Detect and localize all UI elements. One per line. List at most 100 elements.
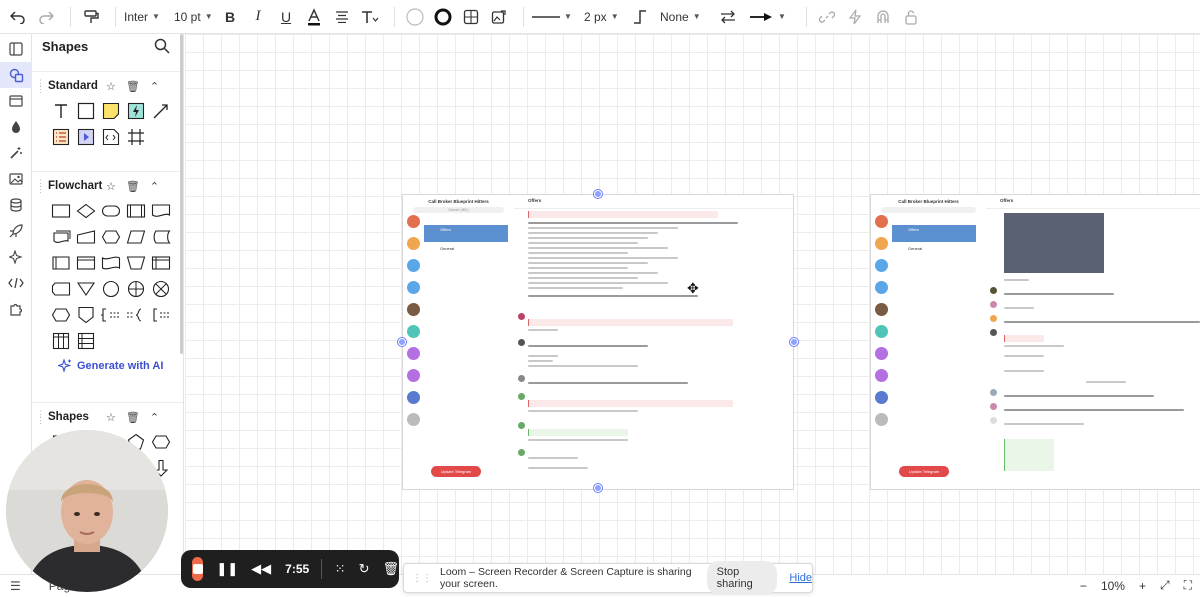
annotation-brace-shape[interactable] — [123, 304, 148, 326]
stored-data-shape[interactable] — [148, 226, 173, 248]
pasted-screenshot-left[interactable]: Call Broker Blueprint Hitters Search (⌘K… — [402, 194, 794, 490]
stop-sharing-button[interactable]: Stop sharing — [706, 561, 778, 595]
action-icon[interactable] — [843, 4, 867, 30]
manual-input-shape[interactable] — [73, 226, 98, 248]
database-icon[interactable] — [0, 192, 32, 218]
drag-handle-icon[interactable]: ⋮⋮ — [36, 410, 45, 425]
bold-icon[interactable]: B — [218, 4, 242, 30]
drag-handle-icon[interactable]: ⋮⋮ — [412, 573, 432, 584]
database-shape[interactable] — [48, 252, 73, 274]
text-shape[interactable] — [48, 100, 73, 122]
decision-shape[interactable] — [73, 200, 98, 222]
canvas[interactable]: Call Broker Blueprint Hitters Search (⌘K… — [185, 34, 1200, 574]
video-shape[interactable] — [73, 126, 98, 148]
pause-icon[interactable]: ❚❚ — [216, 561, 238, 577]
summing-junction-shape[interactable] — [148, 278, 173, 300]
resize-handle[interactable] — [594, 190, 602, 198]
line-width-select[interactable]: 2 px ▼ — [584, 10, 624, 24]
rectangle-shape[interactable] — [73, 100, 98, 122]
restart-icon[interactable]: ↻ — [359, 561, 370, 577]
rewind-icon[interactable]: ◀◀ — [251, 561, 271, 577]
redo-icon[interactable] — [34, 4, 58, 30]
font-size-select[interactable]: 10 pt ▼ — [174, 10, 218, 24]
fill-drop-icon[interactable] — [0, 114, 32, 140]
list-shape[interactable] — [48, 126, 73, 148]
zoom-in-icon[interactable]: + — [1139, 579, 1146, 593]
page-list-icon[interactable]: ☰ — [10, 579, 21, 593]
swimlane-shape[interactable] — [73, 330, 98, 352]
off-page-shape[interactable] — [48, 304, 73, 326]
search-icon[interactable] — [154, 38, 170, 57]
trash-icon[interactable]: 🗑 — [382, 561, 399, 577]
italic-icon[interactable]: I — [246, 4, 270, 30]
multi-document-shape[interactable] — [48, 226, 73, 248]
font-family-select[interactable]: Inter ▼ — [124, 10, 174, 24]
internal-storage-shape[interactable] — [148, 252, 173, 274]
plugin-icon[interactable] — [0, 296, 32, 322]
zoom-level[interactable]: 10% — [1101, 579, 1125, 593]
grid-icon[interactable]: ⁙ — [335, 561, 346, 577]
process-shape[interactable] — [48, 200, 73, 222]
embed-shape[interactable] — [98, 126, 123, 148]
delay-shape[interactable] — [48, 278, 73, 300]
text-color-icon[interactable] — [302, 4, 326, 30]
trash-icon[interactable]: 🗑 — [126, 411, 140, 424]
resize-handle[interactable] — [790, 338, 798, 346]
data-shape[interactable] — [123, 226, 148, 248]
manual-operation-shape[interactable] — [123, 252, 148, 274]
sticky-note-shape[interactable] — [98, 100, 123, 122]
magic-wand-icon[interactable] — [0, 140, 32, 166]
arrow-start-select[interactable]: None ▼ — [660, 10, 716, 24]
trash-icon[interactable]: 🗑 — [126, 180, 140, 193]
line-style-select[interactable]: ▼ — [532, 12, 576, 21]
resize-handle[interactable] — [398, 338, 406, 346]
link-icon[interactable] — [815, 4, 839, 30]
drag-handle-icon[interactable]: ⋮⋮ — [36, 179, 45, 194]
frame-icon[interactable] — [0, 88, 32, 114]
rocket-icon[interactable] — [0, 218, 32, 244]
hexagon-shape[interactable] — [148, 431, 173, 453]
image-icon[interactable] — [0, 166, 32, 192]
zoom-out-icon[interactable]: − — [1080, 579, 1087, 593]
terminator-shape[interactable] — [98, 200, 123, 222]
fit-screen-icon[interactable]: ⤢ — [1160, 578, 1170, 593]
fill-color-icon[interactable] — [403, 4, 427, 30]
preparation-shape[interactable] — [98, 226, 123, 248]
off-page-reference-shape[interactable] — [73, 304, 98, 326]
generate-with-ai-button[interactable]: Generate with AI — [58, 359, 163, 373]
stop-recording-button[interactable] — [192, 557, 204, 581]
shapes-icon[interactable] — [0, 62, 32, 88]
text-options-icon[interactable] — [358, 4, 382, 30]
connector-shape[interactable] — [98, 278, 123, 300]
connector-style-icon[interactable] — [628, 4, 652, 30]
merge-shape[interactable] — [73, 278, 98, 300]
table-shape[interactable] — [48, 330, 73, 352]
star-icon[interactable]: ☆ — [106, 80, 116, 93]
document-shape[interactable] — [148, 200, 173, 222]
fullscreen-icon[interactable]: ⛶ — [1184, 578, 1192, 593]
sparkle-icon[interactable] — [0, 244, 32, 270]
action-block-shape[interactable] — [123, 100, 148, 122]
star-icon[interactable]: ☆ — [106, 180, 116, 193]
drag-handle-icon[interactable]: ⋮⋮ — [36, 79, 45, 94]
webcam-bubble[interactable] — [6, 430, 168, 592]
image-style-icon[interactable] — [487, 4, 511, 30]
pages-icon[interactable] — [0, 36, 32, 62]
chevron-up-icon[interactable]: ⌃ — [150, 411, 159, 424]
text-align-icon[interactable] — [330, 4, 354, 30]
line-shape[interactable] — [148, 100, 173, 122]
annotation-bracket-shape[interactable] — [148, 304, 173, 326]
pasted-screenshot-right[interactable]: Call Broker Blueprint Hitters Offers Gen… — [870, 194, 1200, 490]
frame-shape[interactable] — [123, 126, 148, 148]
paper-tape-shape[interactable] — [98, 252, 123, 274]
or-shape[interactable] — [123, 278, 148, 300]
predefined-process-shape[interactable] — [123, 200, 148, 222]
shape-options-icon[interactable] — [459, 4, 483, 30]
resize-handle[interactable] — [594, 484, 602, 492]
underline-icon[interactable]: U — [274, 4, 298, 30]
code-icon[interactable] — [0, 270, 32, 296]
trash-icon[interactable]: 🗑 — [126, 80, 140, 93]
direct-data-shape[interactable] — [73, 252, 98, 274]
chevron-up-icon[interactable]: ⌃ — [150, 80, 159, 93]
annotation-shape[interactable] — [98, 304, 123, 326]
